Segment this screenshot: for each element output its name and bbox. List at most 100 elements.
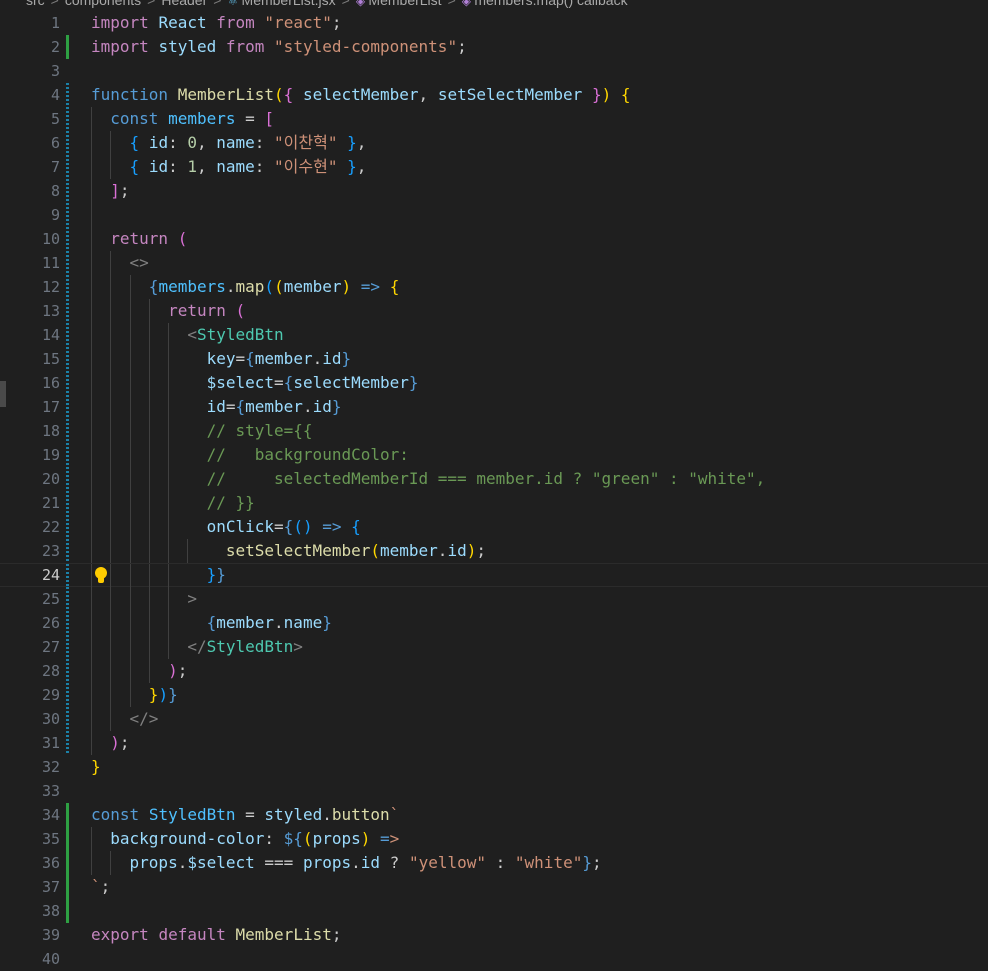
gutter-modified-marker[interactable] bbox=[66, 131, 69, 155]
code-line[interactable]: 36 props.$select === props.id ? "yellow"… bbox=[0, 851, 988, 875]
breadcrumb-item[interactable]: components bbox=[65, 0, 141, 8]
code-line[interactable]: 37 `; bbox=[0, 875, 988, 899]
gutter-added-marker[interactable] bbox=[66, 803, 69, 827]
code-line[interactable]: 14 <StyledBtn bbox=[0, 323, 988, 347]
line-number: 10 bbox=[41, 230, 60, 248]
code-line[interactable]: 1 import React from "react"; bbox=[0, 11, 988, 35]
gutter-modified-marker[interactable] bbox=[66, 731, 69, 755]
line-code: background-color: ${(props) => bbox=[91, 827, 399, 851]
code-token: 0 bbox=[187, 133, 197, 152]
code-token: styled bbox=[264, 805, 323, 824]
gutter-modified-marker[interactable] bbox=[66, 587, 69, 611]
line-number: 2 bbox=[50, 38, 60, 56]
code-line[interactable]: 21 // }} bbox=[0, 491, 988, 515]
code-line[interactable]: 38 bbox=[0, 899, 988, 923]
code-line[interactable]: 39 export default MemberList; bbox=[0, 923, 988, 947]
code-line[interactable]: 8 ]; bbox=[0, 179, 988, 203]
code-line[interactable]: 9 bbox=[0, 203, 988, 227]
gutter-modified-marker[interactable] bbox=[66, 371, 69, 395]
breadcrumb-item[interactable]: members.map() callback bbox=[474, 0, 627, 8]
code-line[interactable]: 28 ); bbox=[0, 659, 988, 683]
gutter-modified-marker[interactable] bbox=[66, 179, 69, 203]
code-token: // backgroundColor: bbox=[206, 445, 409, 464]
gutter-modified-marker[interactable] bbox=[66, 83, 69, 107]
gutter-modified-marker[interactable] bbox=[66, 107, 69, 131]
gutter-modified-marker[interactable] bbox=[66, 275, 69, 299]
code-line[interactable]: 12 {members.map((member) => { bbox=[0, 275, 988, 299]
code-line[interactable]: 23 setSelectMember(member.id); bbox=[0, 539, 988, 563]
gutter-modified-marker[interactable] bbox=[66, 515, 69, 539]
line-code: { id: 1, name: "이수현" }, bbox=[91, 155, 367, 179]
code-line[interactable]: 5 const members = [ bbox=[0, 107, 988, 131]
code-line[interactable]: 27 </StyledBtn> bbox=[0, 635, 988, 659]
code-token: . bbox=[274, 613, 284, 632]
gutter-modified-marker[interactable] bbox=[66, 659, 69, 683]
breadcrumb-item[interactable]: Header bbox=[161, 0, 207, 8]
code-token: { bbox=[283, 85, 294, 104]
code-line[interactable]: 33 bbox=[0, 779, 988, 803]
gutter-modified-marker[interactable] bbox=[66, 299, 69, 323]
code-line[interactable]: 22 onClick={() => { bbox=[0, 515, 988, 539]
gutter-modified-marker[interactable] bbox=[66, 467, 69, 491]
code-line[interactable]: 17 id={member.id} bbox=[0, 395, 988, 419]
gutter-added-marker[interactable] bbox=[66, 827, 69, 851]
code-token: { bbox=[129, 133, 140, 152]
code-line[interactable]: 4 function MemberList({ selectMember, set… bbox=[0, 83, 988, 107]
gutter-added-marker[interactable] bbox=[66, 899, 69, 923]
code-line[interactable]: 15 key={member.id} bbox=[0, 347, 988, 371]
gutter-modified-marker[interactable] bbox=[66, 323, 69, 347]
code-line[interactable]: 32} bbox=[0, 755, 988, 779]
code-token: { bbox=[283, 517, 294, 536]
code-line[interactable]: 19 // backgroundColor: bbox=[0, 443, 988, 467]
breadcrumb-item[interactable]: MemberList bbox=[368, 0, 441, 8]
gutter-modified-marker[interactable] bbox=[66, 611, 69, 635]
gutter-modified-marker[interactable] bbox=[66, 227, 69, 251]
code-line[interactable]: 40 bbox=[0, 947, 988, 971]
gutter-modified-marker[interactable] bbox=[66, 564, 69, 588]
code-line[interactable]: 3 bbox=[0, 59, 988, 83]
code-token: { bbox=[620, 85, 631, 104]
gutter-added-marker[interactable] bbox=[66, 851, 69, 875]
gutter-modified-marker[interactable] bbox=[66, 491, 69, 515]
gutter-modified-marker[interactable] bbox=[66, 539, 69, 563]
code-line[interactable]: 26 {member.name} bbox=[0, 611, 988, 635]
gutter-added-marker[interactable] bbox=[66, 875, 69, 899]
code-line[interactable]: 24 }} bbox=[0, 563, 988, 588]
code-line[interactable]: 25 > bbox=[0, 587, 988, 611]
gutter-modified-marker[interactable] bbox=[66, 251, 69, 275]
line-code: import React from "react"; bbox=[91, 11, 342, 35]
code-token: ( bbox=[370, 541, 380, 560]
code-line[interactable]: 20 // selectedMemberId === member.id ? "… bbox=[0, 467, 988, 491]
breadcrumb-item[interactable]: src bbox=[26, 0, 45, 8]
gutter-modified-marker[interactable] bbox=[66, 155, 69, 179]
gutter-modified-marker[interactable] bbox=[66, 203, 69, 227]
code-line[interactable]: 30 </> bbox=[0, 707, 988, 731]
code-line[interactable]: 35 background-color: ${(props) => bbox=[0, 827, 988, 851]
gutter-modified-marker[interactable] bbox=[66, 683, 69, 707]
line-code: id={member.id} bbox=[91, 395, 342, 419]
breadcrumb-item[interactable]: MemberList.jsx bbox=[242, 0, 336, 8]
code-line[interactable]: 34 const StyledBtn = styled.button` bbox=[0, 803, 988, 827]
code-line[interactable]: 16 $select={selectMember} bbox=[0, 371, 988, 395]
gutter-modified-marker[interactable] bbox=[66, 635, 69, 659]
gutter-modified-marker[interactable] bbox=[66, 395, 69, 419]
code-line[interactable]: 29 })} bbox=[0, 683, 988, 707]
gutter-modified-marker[interactable] bbox=[66, 443, 69, 467]
code-line[interactable]: 6 { id: 0, name: "이찬혁" }, bbox=[0, 131, 988, 155]
code-line[interactable]: 18 // style={{ bbox=[0, 419, 988, 443]
code-line[interactable]: 31 ); bbox=[0, 731, 988, 755]
code-line[interactable]: 7 { id: 1, name: "이수현" }, bbox=[0, 155, 988, 179]
gutter-modified-marker[interactable] bbox=[66, 707, 69, 731]
code-token: "이찬혁" bbox=[274, 133, 338, 152]
gutter-modified-marker[interactable] bbox=[66, 419, 69, 443]
code-line[interactable]: 11 <> bbox=[0, 251, 988, 275]
code-line[interactable]: 10 return ( bbox=[0, 227, 988, 251]
code-token: onClick bbox=[206, 517, 275, 536]
gutter-added-marker[interactable] bbox=[66, 35, 69, 59]
gutter-modified-marker[interactable] bbox=[66, 347, 69, 371]
code-line[interactable]: 13 return ( bbox=[0, 299, 988, 323]
code-line[interactable]: 2 import styled from "styled-components"; bbox=[0, 35, 988, 59]
